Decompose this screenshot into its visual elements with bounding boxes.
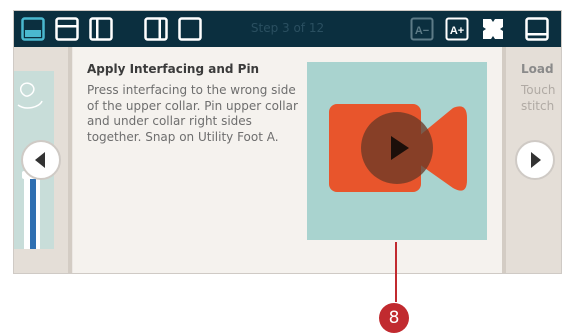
current-step-card: Apply Interfacing and Pin Press interfac… — [73, 47, 502, 273]
step-indicator: Step 3 of 12 — [250, 21, 325, 35]
instruction-screen: Step 3 of 12 A− A+ Apply Interfacing and… — [13, 10, 562, 274]
previous-step-button[interactable] — [21, 140, 61, 180]
next-step-button[interactable] — [515, 140, 555, 180]
layout-bottom-panel-icon[interactable] — [525, 17, 549, 41]
step-title: Apply Interfacing and Pin — [87, 62, 260, 76]
video-camera-icon — [329, 104, 467, 192]
step-video[interactable] — [307, 62, 487, 240]
top-toolbar: Step 3 of 12 A− A+ — [14, 11, 561, 47]
callout-leader-line — [395, 242, 397, 302]
step-instructions: Press interfacing to the wrong side of t… — [87, 83, 298, 144]
text-larger-label: A+ — [450, 25, 464, 37]
next-step-title: Load — [521, 62, 554, 76]
text-smaller-label: A− — [415, 25, 429, 37]
fullscreen-icon[interactable] — [481, 17, 505, 41]
pane-divider-left — [68, 47, 72, 273]
callout-badge: 8 — [379, 303, 409, 333]
text-smaller-icon[interactable]: A− — [410, 17, 434, 41]
arrow-left-icon — [35, 152, 45, 168]
next-step-body: Touch stitch — [521, 83, 556, 113]
arrow-right-icon — [531, 152, 541, 168]
text-larger-icon[interactable]: A+ — [445, 17, 469, 41]
